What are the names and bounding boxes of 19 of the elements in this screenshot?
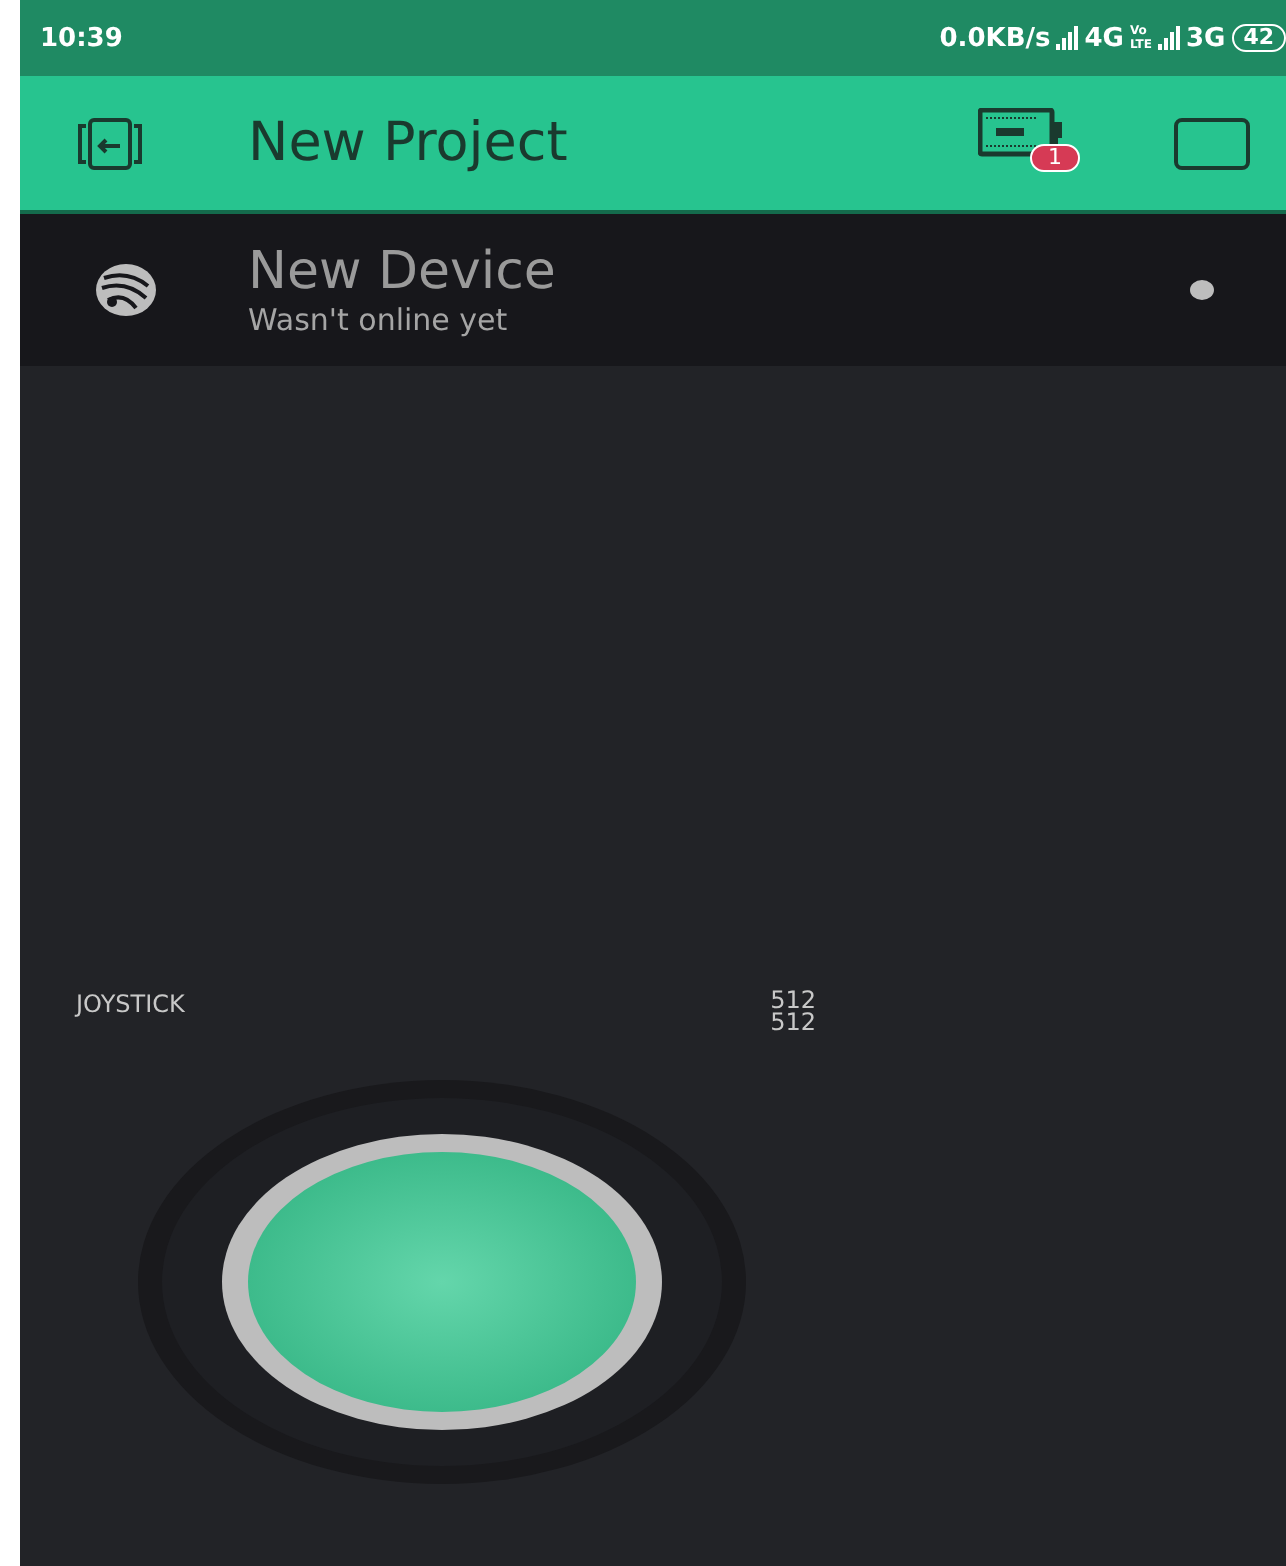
y-value: 512 (770, 1012, 816, 1034)
x-value: 512 (770, 990, 816, 1012)
device-button[interactable]: 1 (978, 103, 1090, 183)
notification-badge: 1 (1030, 143, 1080, 171)
battery-level-text: 42 (1231, 24, 1286, 52)
chip-icon (92, 258, 160, 322)
network-type-text: 4G (1084, 23, 1124, 53)
signal-icon (1157, 26, 1180, 50)
device-name: New Device (248, 242, 556, 302)
clock-text: 10:39 (40, 23, 123, 53)
widget-label: JOYSTICK (76, 990, 185, 1018)
joystick-pad[interactable] (136, 1078, 748, 1486)
back-icon[interactable] (76, 117, 144, 169)
project-title: New Project (248, 112, 568, 174)
square-button[interactable] (1174, 117, 1250, 169)
network-speed-text: 0.0KB/s (939, 23, 1051, 53)
signal-icon (1056, 26, 1079, 50)
network-type-text: 3G (1185, 23, 1226, 53)
device-status: Wasn't online yet (248, 302, 510, 338)
